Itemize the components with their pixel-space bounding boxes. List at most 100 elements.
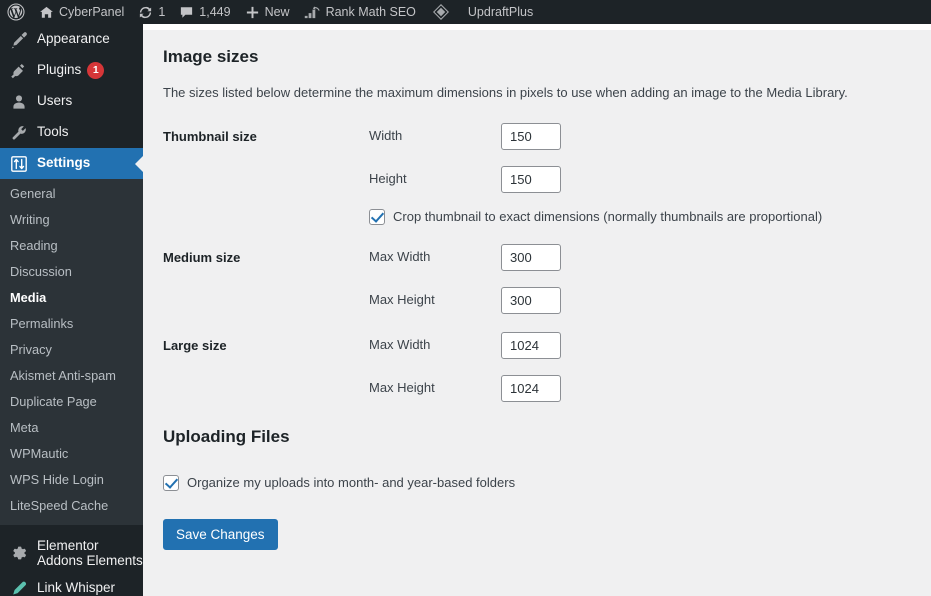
large-height-row: Max Height [369, 374, 901, 402]
medium-size-label: Medium size [163, 249, 241, 265]
updraftplus-icon [432, 4, 449, 20]
wordpress-logo-menu[interactable] [0, 0, 32, 24]
thumbnail-size-fields: Width Height Crop thumbnail to exact dim… [359, 114, 911, 235]
thumbnail-width-row: Width [369, 123, 901, 150]
thumbnail-height-row: Height [369, 166, 901, 193]
sidebar-item-label: Elementor Addons Elements [37, 538, 143, 568]
content-top-strip [143, 24, 931, 30]
sidebar-item-label: Settings [37, 155, 91, 171]
medium-height-input[interactable] [501, 286, 561, 314]
comments-count: 1,449 [199, 5, 231, 19]
updraftplus-menu[interactable]: UpdraftPlus [423, 0, 540, 24]
thumbnail-crop-row: Crop thumbnail to exact dimensions (norm… [369, 209, 901, 226]
updates-count: 1 [158, 5, 166, 19]
sidebar-subitem-litespeed-cache[interactable]: LiteSpeed Cache [0, 493, 143, 519]
thumbnail-width-input[interactable] [501, 123, 561, 150]
updraftplus-label: UpdraftPlus [467, 5, 534, 19]
large-size-fields: Max Width Max Height [359, 323, 911, 411]
sidebar-item-label: Plugins [37, 62, 82, 78]
sidebar-item-plugins[interactable]: Plugins 1 [0, 55, 143, 86]
sidebar-subitem-meta[interactable]: Meta [0, 415, 143, 441]
appearance-brush-icon [8, 30, 30, 50]
admin-bar: CyberPanel 1 1,449 New Rank Math SEO Upd… [0, 0, 931, 24]
organize-uploads-label[interactable]: Organize my uploads into month- and year… [187, 475, 515, 490]
thumbnail-size-label: Thumbnail size [163, 129, 257, 144]
updates-icon [138, 5, 153, 20]
link-whisper-pencil-icon [8, 579, 30, 596]
sidebar-item-tools[interactable]: Tools [0, 117, 143, 148]
sidebar-subitem-discussion[interactable]: Discussion [0, 259, 143, 285]
large-size-label: Large size [163, 337, 227, 353]
tools-wrench-icon [8, 123, 30, 143]
sidebar-item-appearance[interactable]: Appearance [0, 24, 143, 55]
home-icon [39, 5, 54, 20]
thumbnail-height-input[interactable] [501, 166, 561, 193]
settings-sliders-icon [8, 154, 30, 174]
sidebar-separator [0, 525, 143, 533]
thumbnail-height-label: Height [369, 171, 407, 187]
plugins-plug-icon [8, 61, 30, 81]
sidebar-item-elementor-addons-elements[interactable]: Elementor Addons Elements [0, 533, 143, 573]
sidebar-subitem-wpmautic[interactable]: WPMautic [0, 441, 143, 467]
sidebar-subitem-privacy[interactable]: Privacy [0, 337, 143, 363]
admin-sidebar-menu: Appearance Plugins 1 Users Tools Setting… [0, 24, 143, 596]
thumbnail-width-label: Width [369, 128, 403, 144]
site-name-menu[interactable]: CyberPanel [32, 0, 131, 24]
rank-math-label: Rank Math SEO [325, 5, 416, 19]
image-sizes-description: The sizes listed below determine the max… [163, 85, 848, 100]
thumbnail-crop-checkbox[interactable] [369, 209, 385, 226]
large-width-label: Max Width [369, 336, 431, 352]
organize-uploads-checkbox[interactable] [163, 474, 179, 491]
media-settings-page: Image sizes The sizes listed below deter… [143, 30, 931, 596]
image-sizes-form-table: Thumbnail size Width Height Crop thumbna… [163, 114, 911, 411]
medium-width-row: Max Width [369, 243, 901, 271]
uploading-files-heading: Uploading Files [163, 426, 290, 446]
sidebar-subitem-permalinks[interactable]: Permalinks [0, 311, 143, 337]
large-height-input[interactable] [501, 374, 561, 402]
medium-size-fields: Max Width Max Height [359, 235, 911, 323]
medium-height-label: Max Height [369, 291, 435, 307]
new-content-label: New [264, 5, 290, 19]
medium-width-input[interactable] [501, 243, 561, 271]
sidebar-subitem-reading[interactable]: Reading [0, 233, 143, 259]
sidebar-item-users[interactable]: Users [0, 86, 143, 117]
sidebar-subitem-duplicate-page[interactable]: Duplicate Page [0, 389, 143, 415]
updates-menu[interactable]: 1 [131, 0, 172, 24]
sidebar-subitem-wps-hide-login[interactable]: WPS Hide Login [0, 467, 143, 493]
users-person-icon [8, 92, 30, 112]
sidebar-subitem-general[interactable]: General [0, 181, 143, 207]
sidebar-item-settings[interactable]: Settings [0, 148, 143, 179]
plugins-update-badge: 1 [87, 62, 105, 79]
sidebar-item-link-whisper[interactable]: Link Whisper [0, 573, 143, 596]
comment-bubble-icon [179, 5, 194, 20]
thumbnail-size-row: Thumbnail size Width Height Crop thumbna… [163, 114, 911, 235]
gear-icon [8, 543, 30, 563]
site-name-label: CyberPanel [59, 5, 125, 19]
organize-uploads-row: Organize my uploads into month- and year… [163, 474, 911, 491]
medium-size-row: Medium size Max Width Max Height [163, 235, 911, 323]
large-size-row: Large size Max Width Max Height [163, 323, 911, 411]
settings-submenu: General Writing Reading Discussion Media… [0, 179, 143, 525]
wordpress-logo-icon [7, 3, 25, 21]
sidebar-item-label: Users [37, 93, 73, 109]
sidebar-subitem-writing[interactable]: Writing [0, 207, 143, 233]
large-width-input[interactable] [501, 331, 561, 359]
plus-icon [245, 5, 260, 20]
sidebar-subitem-akismet-anti-spam[interactable]: Akismet Anti-spam [0, 363, 143, 389]
thumbnail-crop-label[interactable]: Crop thumbnail to exact dimensions (norm… [393, 209, 822, 226]
sidebar-item-label: Tools [37, 124, 69, 140]
current-menu-arrow-icon [135, 155, 143, 172]
large-height-label: Max Height [369, 379, 435, 395]
sidebar-item-label: Appearance [37, 31, 110, 47]
medium-width-label: Max Width [369, 248, 431, 264]
medium-height-row: Max Height [369, 286, 901, 314]
rank-math-menu[interactable]: Rank Math SEO [297, 0, 423, 24]
rank-math-icon [304, 5, 321, 19]
save-changes-button[interactable]: Save Changes [163, 518, 278, 550]
sidebar-item-label: Link Whisper [37, 580, 116, 596]
sidebar-subitem-media[interactable]: Media [0, 285, 143, 311]
image-sizes-heading: Image sizes [163, 47, 259, 66]
large-width-row: Max Width [369, 331, 901, 359]
new-content-menu[interactable]: New [238, 0, 297, 24]
comments-menu[interactable]: 1,449 [172, 0, 237, 24]
